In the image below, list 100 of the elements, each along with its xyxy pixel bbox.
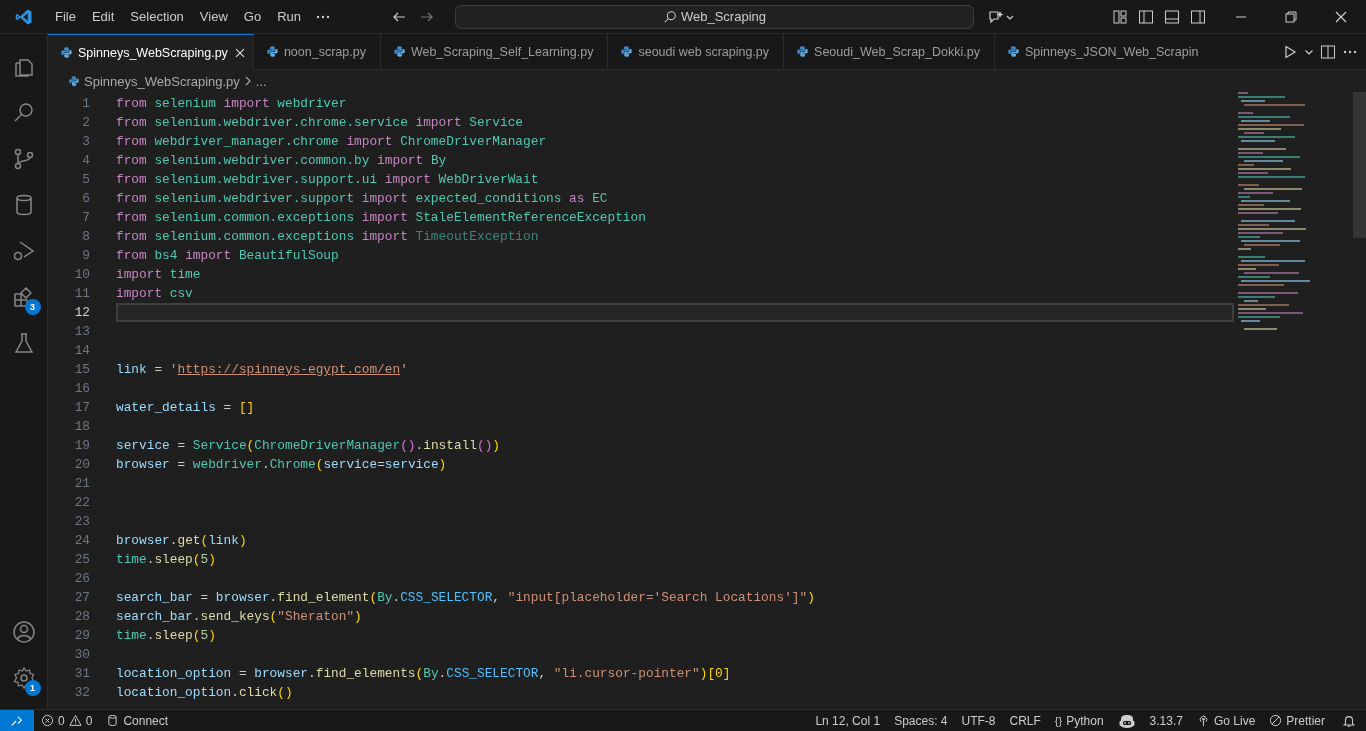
- run-debug-icon[interactable]: [11, 239, 36, 263]
- code-line: link = 'https://spinneys-egypt.com/en': [116, 362, 408, 377]
- code-line: from selenium.webdriver.chrome.service import Service: [116, 115, 524, 130]
- run-icon[interactable]: [1282, 43, 1298, 60]
- prettier-button[interactable]: Prettier: [1262, 713, 1332, 728]
- line-number: 18: [73, 419, 90, 434]
- line-number: 23: [73, 514, 90, 529]
- line-number: 14: [73, 343, 90, 358]
- breadcrumb-item[interactable]: ...: [255, 73, 267, 89]
- line-number: 16: [73, 381, 90, 396]
- line-number: 30: [73, 647, 90, 662]
- line-number: 21: [73, 476, 90, 491]
- code-line: from selenium.webdriver.support.ui import WebDriverWait: [116, 172, 539, 187]
- code-line: from selenium.webdriver.support import expected_conditions as EC: [116, 191, 608, 206]
- code-line: from selenium import webdriver: [116, 96, 347, 111]
- split-editor-icon[interactable]: [1320, 43, 1336, 60]
- menu-item[interactable]: File: [47, 6, 84, 27]
- menu-item[interactable]: View: [191, 6, 236, 27]
- code-line: search_bar = browser.find_element(By.CSS_SELECTOR, "input[placeholder='Search Locations']"): [116, 590, 815, 605]
- language-mode[interactable]: Python: [1066, 713, 1104, 728]
- editor-tab[interactable]: Spinneys_JSON_Web_Scrapin: [994, 34, 1203, 69]
- search-icon: [662, 9, 677, 24]
- editor-tab[interactable]: noon_scrap.py: [253, 34, 381, 69]
- line-number: 6: [81, 191, 90, 206]
- line-number: 29: [73, 628, 90, 643]
- editor-tab[interactable]: Seoudi_Web_Scrap_Dokki.py: [784, 34, 995, 69]
- line-number: 1: [81, 96, 90, 111]
- code-line: time.sleep(5): [116, 628, 216, 643]
- editor-tab[interactable]: seoudi web scraping.py: [608, 34, 785, 69]
- line-number: 9: [81, 248, 90, 263]
- menu-item[interactable]: Run: [269, 6, 309, 27]
- editor-tab[interactable]: Spinneys_WebScraping.py: [48, 34, 254, 70]
- code-line: from selenium.common.exceptions import StaleElementReferenceException: [116, 210, 646, 225]
- python-file-icon: [60, 46, 73, 59]
- notification-badge: 3: [24, 299, 41, 315]
- bottom-panel-icon[interactable]: [1164, 8, 1180, 25]
- python-file-icon: [1006, 45, 1020, 58]
- python-file-icon: [68, 75, 80, 87]
- line-number: 17: [73, 400, 90, 415]
- prohibited-icon: [1269, 714, 1283, 727]
- line-number: 32: [73, 685, 90, 700]
- restore-icon[interactable]: [1283, 8, 1299, 25]
- app-logo-icon: [15, 7, 33, 26]
- line-number: 25: [73, 552, 90, 567]
- line-number: 28: [73, 609, 90, 624]
- account-icon[interactable]: [11, 620, 36, 644]
- line-number: 12: [73, 305, 90, 320]
- command-center-search[interactable]: Web_Scraping: [455, 4, 974, 29]
- layout-icon[interactable]: [1112, 8, 1128, 25]
- line-number: 4: [81, 153, 90, 168]
- line-number: 7: [81, 210, 90, 225]
- line-number: 22: [73, 495, 90, 510]
- code-line: location_option.click(): [116, 685, 293, 700]
- line-number: 31: [73, 666, 90, 681]
- error-icon: [41, 714, 54, 727]
- connect-button[interactable]: Connect: [99, 713, 176, 728]
- python-file-icon: [620, 45, 634, 58]
- menu-item[interactable]: Selection: [122, 6, 192, 27]
- code-line: search_bar.send_keys("Sheraton"): [116, 609, 362, 624]
- code-line: browser = webdriver.Chrome(service=service): [116, 457, 447, 472]
- sparkle-chat-icon[interactable]: [988, 8, 1014, 25]
- menu-item[interactable]: Edit: [83, 6, 123, 27]
- code-line: import csv: [116, 286, 193, 301]
- problems-indicator[interactable]: 0 0: [34, 713, 100, 728]
- breadcrumb-item[interactable]: Spinneys_WebScraping.py: [84, 73, 240, 89]
- code-line: from bs4 import BeautifulSoup: [116, 248, 339, 263]
- code-line: from selenium.common.exceptions import TimeoutException: [116, 229, 539, 244]
- code-line: water_details = []: [116, 400, 255, 415]
- code-line: service = Service(ChromeDriverManager().install()): [116, 438, 501, 453]
- code-line: from selenium.webdriver.common.by import By: [116, 153, 447, 168]
- line-number: 10: [73, 267, 90, 282]
- braces-icon: {}: [1054, 714, 1063, 727]
- code-line: from webdriver_manager.chrome import ChromeDriverManager: [116, 134, 547, 149]
- warning-icon: [68, 714, 82, 727]
- database-icon: [106, 714, 120, 727]
- python-file-icon: [796, 45, 810, 58]
- settings-icon[interactable]: [11, 666, 36, 690]
- line-number: 24: [73, 533, 90, 548]
- line-number: 13: [73, 324, 90, 339]
- cursor-position[interactable]: Ln 12, Col 1: [808, 713, 888, 728]
- line-number: 5: [81, 172, 90, 187]
- python-file-icon: [392, 45, 406, 58]
- line-number: 3: [81, 134, 90, 149]
- line-number: 8: [81, 229, 90, 244]
- python-version[interactable]: 3.13.7: [1142, 713, 1190, 728]
- notification-badge: 1: [24, 680, 41, 696]
- chevron-right-icon: [243, 75, 252, 87]
- menu-item[interactable]: Go: [235, 6, 270, 27]
- line-ending-setting[interactable]: CRLF: [1002, 713, 1048, 728]
- right-panel-icon[interactable]: [1190, 8, 1206, 25]
- code-line: import time: [116, 267, 201, 282]
- encoding-setting[interactable]: UTF-8: [954, 713, 1003, 728]
- indentation-setting[interactable]: Spaces: 4: [887, 713, 955, 728]
- go-live-button[interactable]: Go Live: [1189, 713, 1263, 728]
- editor-tab[interactable]: Web_Scraping_Self_Learning.py: [380, 34, 609, 69]
- code-line: time.sleep(5): [116, 552, 216, 567]
- line-number: 27: [73, 590, 90, 605]
- line-number: 19: [73, 438, 90, 453]
- left-panel-icon[interactable]: [1138, 8, 1154, 25]
- python-file-icon: [265, 45, 279, 58]
